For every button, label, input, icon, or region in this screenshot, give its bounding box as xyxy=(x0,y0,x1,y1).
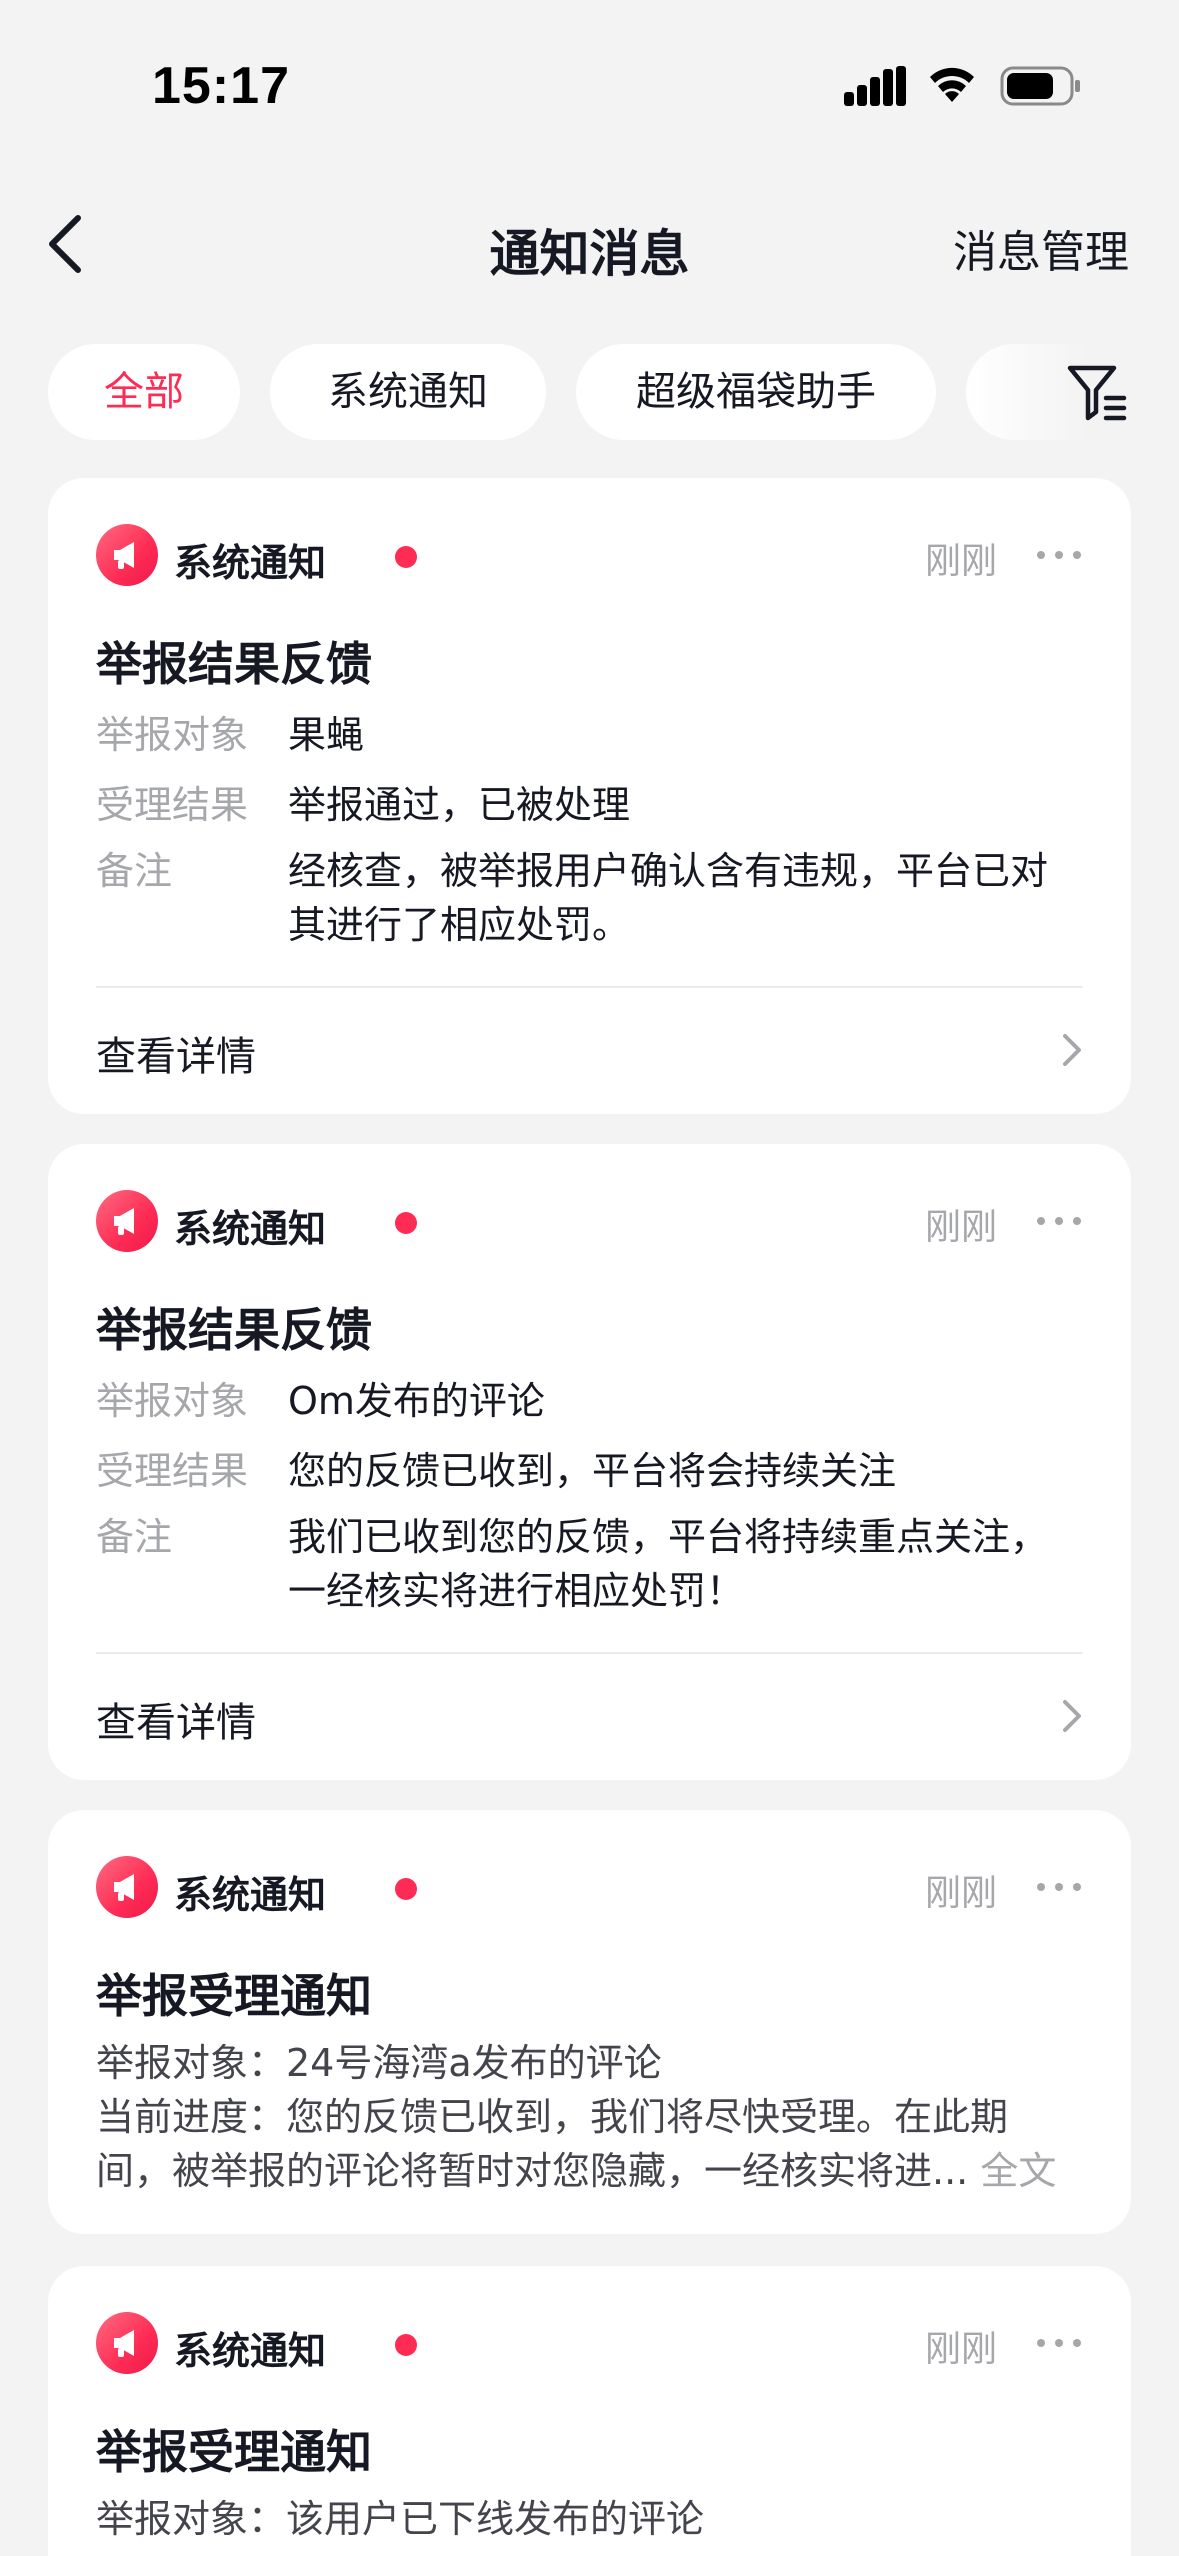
card-fields: 举报对象 果蝇 受理结果 举报通过，已被处理 备注 经核查，被举报用户确认含有违… xyxy=(96,704,1083,952)
full-text-link[interactable]: 全文 xyxy=(980,2149,1056,2193)
tab-system-notice[interactable]: 系统通知 xyxy=(270,344,546,440)
notification-page: 15:17 通知消息 消息管理 全部 系统通知 超级福袋助手 系统通知 刚刚 举… xyxy=(0,0,1179,2556)
field-row: 备注 我们已收到您的反馈，平台将持续重点关注，一经核实将进行相应处罚！ xyxy=(96,1510,1083,1618)
field-label: 备注 xyxy=(96,849,173,893)
field-value: Om发布的评论 xyxy=(288,1379,545,1423)
field-value: 果蝇 xyxy=(288,713,365,757)
field-label: 受理结果 xyxy=(96,1449,249,1493)
card-body: 举报对象：该用户已下线发布的评论 xyxy=(96,2492,1083,2546)
megaphone-icon xyxy=(96,524,158,586)
more-options-icon[interactable] xyxy=(1035,1876,1083,1898)
field-label: 受理结果 xyxy=(96,783,249,827)
card-header: 系统通知 刚刚 xyxy=(96,2312,1083,2376)
field-value: 我们已收到您的反馈，平台将持续重点关注，一经核实将进行相应处罚！ xyxy=(288,1515,1049,1613)
field-label: 举报对象 xyxy=(96,713,249,757)
body-line: 举报对象：该用户已下线发布的评论 xyxy=(96,2497,705,2541)
card-time: 刚刚 xyxy=(924,1207,997,1248)
megaphone-icon xyxy=(96,1190,158,1252)
field-label: 举报对象 xyxy=(96,1379,249,1423)
card-header: 系统通知 刚刚 xyxy=(96,1856,1083,1920)
more-options-icon[interactable] xyxy=(1035,1210,1083,1232)
chevron-right-icon xyxy=(1063,1034,1081,1066)
field-value: 您的反馈已收到，平台将会持续关注 xyxy=(288,1449,897,1493)
card-header: 系统通知 刚刚 xyxy=(96,524,1083,588)
cellular-signal-icon xyxy=(844,66,906,106)
card-title: 举报结果反馈 xyxy=(96,637,372,691)
chevron-right-icon xyxy=(1063,1700,1081,1732)
message-manage-button[interactable]: 消息管理 xyxy=(953,216,1129,280)
card-title: 举报结果反馈 xyxy=(96,1303,372,1357)
source-name: 系统通知 xyxy=(174,1207,327,1251)
notification-card[interactable]: 系统通知 刚刚 举报受理通知 举报对象：24号海湾a发布的评论 当前进度：您的反… xyxy=(48,1810,1131,2234)
field-value: 举报通过，已被处理 xyxy=(288,783,631,827)
card-time: 刚刚 xyxy=(924,2329,997,2370)
card-body: 举报对象：24号海湾a发布的评论 当前进度：您的反馈已收到，我们将尽快受理。在此… xyxy=(96,2036,1083,2198)
tab-all[interactable]: 全部 xyxy=(48,344,240,440)
source-name: 系统通知 xyxy=(174,1873,327,1917)
more-options-icon[interactable] xyxy=(1035,2332,1083,2354)
field-row: 举报对象 果蝇 xyxy=(96,704,1083,766)
field-row: 受理结果 您的反馈已收到，平台将会持续关注 xyxy=(96,1440,1083,1502)
unread-dot xyxy=(395,1212,417,1234)
body-line: 举报对象：24号海湾a发布的评论 xyxy=(96,2041,662,2085)
view-details-link[interactable]: 查看详情 xyxy=(96,1690,256,1748)
megaphone-icon xyxy=(96,2312,158,2374)
notification-card[interactable]: 系统通知 刚刚 举报受理通知 举报对象：该用户已下线发布的评论 xyxy=(48,2266,1131,2556)
source-name: 系统通知 xyxy=(174,2329,327,2373)
field-row: 受理结果 举报通过，已被处理 xyxy=(96,774,1083,836)
card-title: 举报受理通知 xyxy=(96,2425,372,2479)
body-line-text: 间，被举报的评论将暂时对您隐藏，一经核实将进... xyxy=(96,2149,969,2193)
wifi-icon xyxy=(930,67,974,102)
field-label: 备注 xyxy=(96,1515,173,1559)
card-time: 刚刚 xyxy=(924,541,997,582)
more-options-icon[interactable] xyxy=(1035,544,1083,566)
source-name: 系统通知 xyxy=(174,541,327,585)
field-value: 经核查，被举报用户确认含有违规，平台已对其进行了相应处罚。 xyxy=(288,849,1049,947)
field-row: 备注 经核查，被举报用户确认含有违规，平台已对其进行了相应处罚。 xyxy=(96,844,1083,952)
megaphone-icon xyxy=(96,1856,158,1918)
view-details-link[interactable]: 查看详情 xyxy=(96,1024,256,1082)
card-title: 举报受理通知 xyxy=(96,1969,372,2023)
tab-lucky-bag-assistant[interactable]: 超级福袋助手 xyxy=(576,344,936,440)
notification-card[interactable]: 系统通知 刚刚 举报结果反馈 举报对象 果蝇 受理结果 举报通过，已被处理 备注… xyxy=(48,478,1131,1114)
filter-icon[interactable] xyxy=(1066,362,1128,424)
divider xyxy=(96,986,1083,988)
divider xyxy=(96,1652,1083,1654)
card-fields: 举报对象 Om发布的评论 受理结果 您的反馈已收到，平台将会持续关注 备注 我们… xyxy=(96,1370,1083,1618)
card-header: 系统通知 刚刚 xyxy=(96,1190,1083,1254)
notification-card[interactable]: 系统通知 刚刚 举报结果反馈 举报对象 Om发布的评论 受理结果 您的反馈已收到… xyxy=(48,1144,1131,1780)
filter-tabs: 全部 系统通知 超级福袋助手 xyxy=(0,344,1179,444)
unread-dot xyxy=(395,546,417,568)
body-line-truncated: 间，被举报的评论将暂时对您隐藏，一经核实将进... 全文 xyxy=(96,2144,1083,2198)
card-time: 刚刚 xyxy=(924,1873,997,1914)
unread-dot xyxy=(395,2334,417,2356)
nav-bar: 通知消息 消息管理 xyxy=(0,190,1179,300)
field-row: 举报对象 Om发布的评论 xyxy=(96,1370,1083,1432)
body-line: 当前进度：您的反馈已收到，我们将尽快受理。在此期 xyxy=(96,2095,1009,2139)
status-bar: 15:17 xyxy=(0,0,1179,160)
status-time: 15:17 xyxy=(152,57,290,115)
battery-icon xyxy=(1000,66,1080,106)
unread-dot xyxy=(395,1878,417,1900)
